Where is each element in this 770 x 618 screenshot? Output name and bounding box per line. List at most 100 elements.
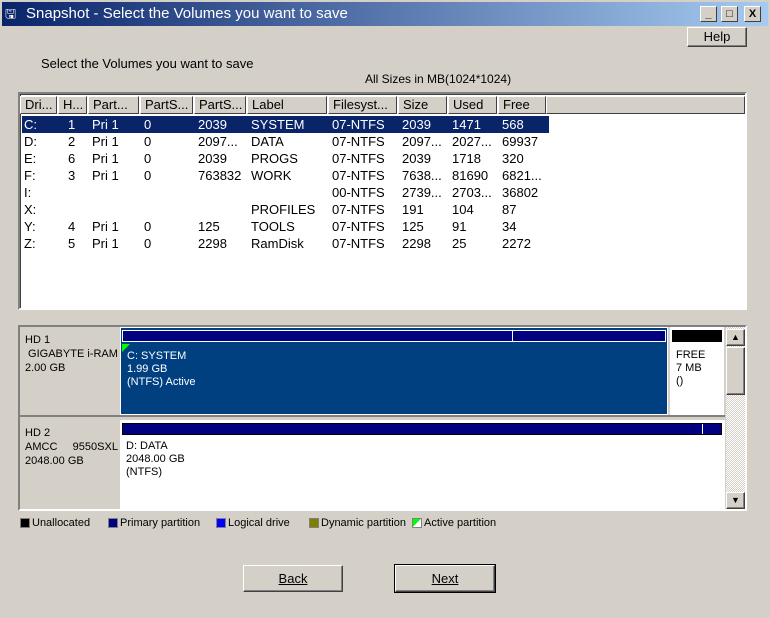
table-cell: F: (24, 168, 36, 183)
partition-name: D: DATA (126, 440, 168, 452)
table-cell: 07-NTFS (332, 134, 385, 149)
disk-model: AMCC 9550SXL (25, 441, 118, 453)
table-cell: 6 (68, 151, 76, 166)
disk-row-hd1: HD 1 GIGABYTE i-RAM 2.00 GB C: SYSTEM 1.… (20, 327, 725, 417)
table-cell: 2298 (402, 236, 431, 251)
back-button[interactable]: Back (243, 565, 343, 592)
table-cell: 2272 (502, 236, 531, 251)
partition-name: C: SYSTEM (127, 350, 187, 362)
table-cell: 2097... (402, 134, 442, 149)
partition-size: 2048.00 GB (126, 453, 185, 465)
free-fs: () (676, 375, 684, 387)
disk-name: HD 1 (25, 334, 51, 346)
table-cell: 81690 (452, 168, 489, 183)
table-cell: Pri 1 (92, 117, 119, 132)
scroll-up-button[interactable]: ▲ (726, 329, 745, 346)
column-header[interactable]: Label (247, 96, 327, 114)
disk-row-hd2: HD 2 AMCC 9550SXL 2048.00 GB D: DATA 204… (20, 420, 725, 509)
title-bar: 🖫 Snapshot - Select the Volumes you want… (0, 0, 770, 26)
disk-size: 2.00 GB (25, 362, 66, 374)
scroll-down-button[interactable]: ▼ (726, 492, 745, 509)
column-header-filler (546, 96, 745, 114)
column-header[interactable]: PartS... (140, 96, 193, 114)
unallocated-bar (672, 330, 722, 342)
table-row[interactable]: Y: 4 Pri 1 0 125 TOOLS 07-NTFS 125 91 34 (22, 218, 549, 235)
table-cell: 07-NTFS (332, 236, 385, 251)
table-cell: 191 (402, 202, 424, 217)
table-cell: 104 (452, 202, 474, 217)
table-cell: I: (24, 185, 32, 200)
table-cell: 36802 (502, 185, 539, 200)
partition-d-data[interactable]: D: DATA 2048.00 GB (NTFS) (120, 420, 725, 509)
back-label: Back (278, 571, 308, 586)
table-cell: 07-NTFS (332, 202, 385, 217)
close-button[interactable]: X (744, 6, 761, 22)
table-cell: SYSTEM (251, 117, 305, 132)
table-row[interactable]: D: 2 Pri 1 0 2097... DATA 07-NTFS 2097... 2027..… (22, 133, 549, 150)
column-header[interactable]: Dri... (20, 96, 57, 114)
table-cell: 2 (68, 134, 76, 149)
table-cell: D: (24, 134, 37, 149)
table-cell: WORK (251, 168, 292, 183)
table-row[interactable]: C: 1 Pri 1 0 2039 SYSTEM 07-NTFS 2039 1471 568 (21, 115, 550, 134)
legend-swatch (216, 518, 226, 528)
legend-label: Unallocated (32, 517, 91, 529)
legend-item: Dynamic partition (309, 517, 406, 529)
partition-c-system[interactable]: C: SYSTEM 1.99 GB (NTFS) Active (120, 327, 668, 415)
disk-model: GIGABYTE i-RAM (25, 348, 118, 360)
column-header[interactable]: PartS... (194, 96, 246, 114)
table-cell: 1471 (452, 117, 481, 132)
table-cell: Pri 1 (92, 168, 119, 183)
window-title: Snapshot - Select the Volumes you want t… (26, 5, 348, 22)
table-cell: 568 (502, 117, 524, 132)
volume-list[interactable]: Dri... H... Part... PartS... PartS... Label Fi… (18, 92, 747, 310)
column-header[interactable]: Filesyst... (328, 96, 397, 114)
legend-label: Primary partition (120, 517, 201, 529)
table-cell: 2703... (452, 185, 492, 200)
column-header[interactable]: H... (58, 96, 87, 114)
table-cell: 0 (144, 236, 152, 251)
partition-fs: (NTFS) Active (127, 376, 196, 388)
column-header[interactable]: Free (498, 96, 546, 114)
table-cell: 2298 (198, 236, 227, 251)
table-row[interactable]: E: 6 Pri 1 0 2039 PROGS 07-NTFS 2039 1718 320 (22, 150, 549, 167)
legend-label: Dynamic partition (321, 517, 406, 529)
table-cell: 1718 (452, 151, 481, 166)
table-cell: 2039 (198, 151, 227, 166)
partition-info: C: SYSTEM 1.99 GB (NTFS) Active (127, 350, 195, 389)
column-header[interactable]: Used (448, 96, 497, 114)
table-cell: 0 (144, 168, 152, 183)
legend-label: Logical drive (228, 517, 290, 529)
table-cell: 34 (502, 219, 517, 234)
table-cell: 91 (452, 219, 467, 234)
next-button[interactable]: Next (394, 564, 496, 593)
help-button[interactable]: Help (687, 27, 747, 47)
disk-label: HD 2 AMCC 9550SXL 2048.00 GB (20, 420, 120, 509)
table-cell: 2739... (402, 185, 442, 200)
partition-info: D: DATA 2048.00 GB (NTFS) (126, 440, 185, 479)
scroll-thumb[interactable] (726, 347, 745, 395)
table-cell: 0 (144, 151, 152, 166)
table-cell: 6821... (502, 168, 542, 183)
maximize-button[interactable]: □ (721, 6, 738, 22)
table-cell: 07-NTFS (332, 168, 385, 183)
legend-item: Logical drive (216, 517, 290, 529)
legend-item: Unallocated (20, 517, 90, 529)
column-header[interactable]: Size (398, 96, 447, 114)
table-cell: X: (24, 202, 37, 217)
table-cell: 0 (144, 219, 152, 234)
table-row[interactable]: I: 00-NTFS 2739... 2703... 36802 (22, 184, 549, 201)
disk-scrollbar[interactable]: ▲ ▼ (726, 327, 745, 509)
table-cell: 4 (68, 219, 76, 234)
table-cell: RamDisk (251, 236, 304, 251)
table-row[interactable]: F: 3 Pri 1 0 763832 WORK 07-NTFS 7638... 81690 68… (22, 167, 549, 184)
legend-item: Active partition (412, 517, 496, 529)
legend-item: Primary partition (108, 517, 200, 529)
partition-free[interactable]: FREE 7 MB () (670, 327, 724, 415)
column-header[interactable]: Part... (88, 96, 139, 114)
table-row[interactable]: Z: 5 Pri 1 0 2298 RamDisk 07-NTFS 2298 25 2272 (22, 235, 549, 252)
table-cell: 125 (198, 219, 220, 234)
minimize-button[interactable]: _ (700, 6, 717, 22)
next-label: Next (431, 571, 459, 586)
table-row[interactable]: X: PROFILES 07-NTFS 191 104 87 (22, 201, 549, 218)
